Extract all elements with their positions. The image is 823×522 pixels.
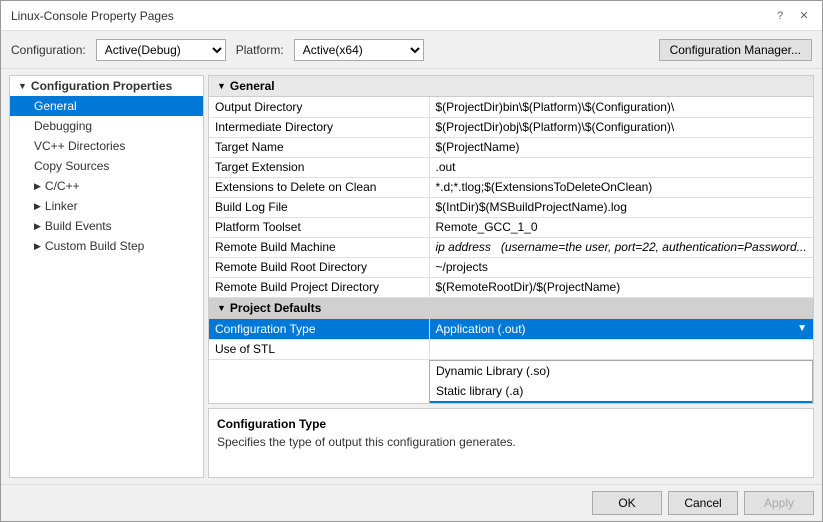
general-collapse-icon: ▼: [217, 81, 226, 91]
properties-table: ▼ General Output Directory $(ProjectDir)…: [208, 75, 814, 404]
sidebar-item-build-events[interactable]: ▶ Build Events: [10, 216, 203, 236]
table-row: Target Extension .out: [209, 157, 813, 177]
sidebar-item-copy-sources[interactable]: Copy Sources: [10, 156, 203, 176]
general-section-label: General: [230, 79, 275, 93]
description-text: Specifies the type of output this config…: [217, 435, 805, 449]
main-content: ▼ Configuration Properties General Debug…: [1, 69, 822, 484]
platform-select[interactable]: Active(x64): [294, 39, 424, 61]
sidebar-root-label: Configuration Properties: [31, 79, 172, 93]
bottom-buttons: OK Cancel Apply: [1, 484, 822, 521]
prop-name: Output Directory: [209, 97, 429, 117]
title-bar-controls: ? ✕: [772, 8, 812, 24]
apply-button[interactable]: Apply: [744, 491, 814, 515]
config-manager-button[interactable]: Configuration Manager...: [659, 39, 812, 61]
prop-value: $(ProjectDir)bin\$(Platform)\$(Configura…: [429, 97, 813, 117]
collapse-icon: ▼: [18, 81, 27, 91]
prop-name: Remote Build Project Directory: [209, 277, 429, 297]
prop-value: $(IntDir)$(MSBuildProjectName).log: [429, 197, 813, 217]
prop-name: Target Extension: [209, 157, 429, 177]
prop-name: Remote Build Root Directory: [209, 257, 429, 277]
config-type-name: Configuration Type: [209, 319, 429, 340]
dropdown-options-panel: Dynamic Library (.so) Static library (.a…: [429, 360, 813, 405]
close-button[interactable]: ✕: [796, 8, 812, 24]
prop-value: $(RemoteRootDir)/$(ProjectName): [429, 277, 813, 297]
prop-value: [429, 339, 813, 359]
prop-name: Extensions to Delete on Clean: [209, 177, 429, 197]
table-row: Build Log File $(IntDir)$(MSBuildProject…: [209, 197, 813, 217]
table-row: Output Directory $(ProjectDir)bin\$(Plat…: [209, 97, 813, 117]
dropdown-option-static[interactable]: Static library (.a): [430, 381, 812, 401]
project-defaults-collapse-icon: ▼: [217, 303, 226, 313]
description-title: Configuration Type: [217, 417, 805, 431]
property-pages-window: Linux-Console Property Pages ? ✕ Configu…: [0, 0, 823, 522]
config-type-dropdown-arrow[interactable]: ▼: [797, 323, 807, 334]
prop-value: *.d;*.tlog;$(ExtensionsToDeleteOnClean): [429, 177, 813, 197]
prop-value value-cell-italic: ip address (username=the user, port=22, …: [429, 237, 813, 257]
table-row: Extensions to Delete on Clean *.d;*.tlog…: [209, 177, 813, 197]
prop-value: $(ProjectName): [429, 137, 813, 157]
config-label: Configuration:: [11, 43, 86, 57]
ok-button[interactable]: OK: [592, 491, 662, 515]
sidebar-item-custom-build-step[interactable]: ▶ Custom Build Step: [10, 236, 203, 256]
prop-name: Remote Build Machine: [209, 237, 429, 257]
sidebar-item-debugging[interactable]: Debugging: [10, 116, 203, 136]
table-row: Target Name $(ProjectName): [209, 137, 813, 157]
toolbar: Configuration: Active(Debug) Platform: A…: [1, 31, 822, 69]
config-type-row: Configuration Type Application (.out) ▼: [209, 319, 813, 340]
sidebar: ▼ Configuration Properties General Debug…: [9, 75, 204, 478]
general-section-header: ▼ General: [209, 76, 813, 97]
linker-expand-icon: ▶: [34, 201, 41, 212]
table-row: Remote Build Machine ip address (usernam…: [209, 237, 813, 257]
prop-name: Use of STL: [209, 339, 429, 359]
dropdown-option-application[interactable]: Application (.out): [430, 401, 812, 405]
project-defaults-section-header: ▼ Project Defaults: [209, 298, 813, 319]
general-properties: Output Directory $(ProjectDir)bin\$(Plat…: [209, 97, 813, 298]
description-panel: Configuration Type Specifies the type of…: [208, 408, 814, 478]
help-button[interactable]: ?: [772, 8, 788, 24]
sidebar-item-vc-directories[interactable]: VC++ Directories: [10, 136, 203, 156]
table-row: Intermediate Directory $(ProjectDir)obj\…: [209, 117, 813, 137]
custom-build-expand-icon: ▶: [34, 241, 41, 252]
dropdown-option-dynamic[interactable]: Dynamic Library (.so): [430, 361, 812, 381]
table-row: Platform Toolset Remote_GCC_1_0: [209, 217, 813, 237]
project-defaults-label: Project Defaults: [230, 301, 321, 315]
prop-value: .out: [429, 157, 813, 177]
cpp-expand-icon: ▶: [34, 181, 41, 192]
table-row: Remote Build Project Directory $(RemoteR…: [209, 277, 813, 297]
prop-name: Build Log File: [209, 197, 429, 217]
sidebar-item-general[interactable]: General: [10, 96, 203, 116]
table-row: Remote Build Root Directory ~/projects: [209, 257, 813, 277]
sidebar-item-linker[interactable]: ▶ Linker: [10, 196, 203, 216]
sidebar-item-cpp[interactable]: ▶ C/C++: [10, 176, 203, 196]
config-type-value[interactable]: Application (.out) ▼: [429, 319, 813, 340]
prop-name: Platform Toolset: [209, 217, 429, 237]
window-title: Linux-Console Property Pages: [11, 9, 174, 23]
prop-value: Remote_GCC_1_0: [429, 217, 813, 237]
config-type-selected: Application (.out): [436, 322, 526, 336]
build-events-expand-icon: ▶: [34, 221, 41, 232]
sidebar-root[interactable]: ▼ Configuration Properties: [10, 76, 203, 96]
prop-name: Intermediate Directory: [209, 117, 429, 137]
table-row: Use of STL: [209, 339, 813, 359]
prop-name: Target Name: [209, 137, 429, 157]
prop-value: ~/projects: [429, 257, 813, 277]
project-defaults-properties: Configuration Type Application (.out) ▼ …: [209, 319, 813, 360]
prop-value: $(ProjectDir)obj\$(Platform)\$(Configura…: [429, 117, 813, 137]
title-bar: Linux-Console Property Pages ? ✕: [1, 1, 822, 31]
cancel-button[interactable]: Cancel: [668, 491, 738, 515]
platform-label: Platform:: [236, 43, 284, 57]
config-select[interactable]: Active(Debug): [96, 39, 226, 61]
right-panel: ▼ General Output Directory $(ProjectDir)…: [208, 75, 814, 478]
